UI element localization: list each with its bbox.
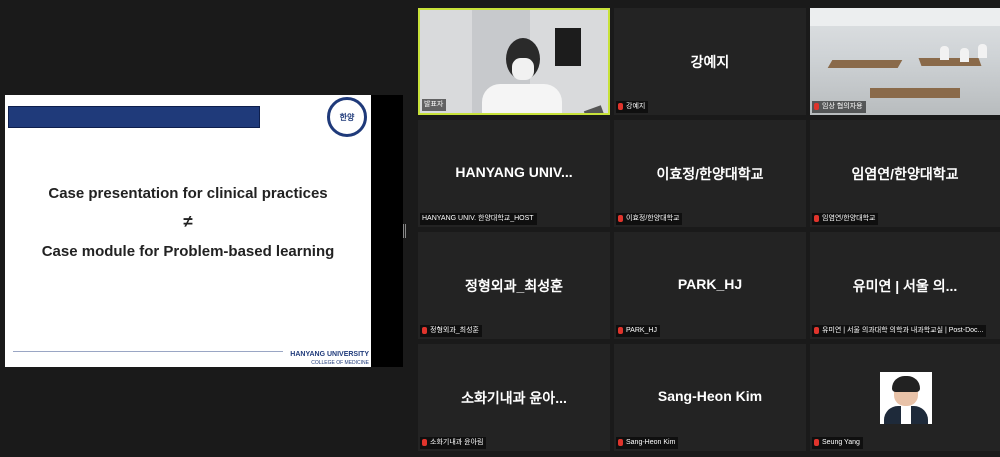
participant-name-label: 이효정/한양대학교 (616, 213, 683, 225)
participant-tile-presenter[interactable]: 발표자 (418, 8, 610, 115)
participant-display-name: 임염연/한양대학교 (851, 166, 959, 182)
participant-display-name: HANYANG UNIV... (455, 164, 573, 180)
participant-name-label: 발표자 (422, 99, 447, 111)
participant-name-label: 유미연 | 서울 의과대학 의학과 내과학교실 | Post-Doc... (812, 325, 987, 337)
slide-footer-logo: HANYANG UNIVERSITY COLLEGE OF MEDICINE (290, 351, 369, 366)
mic-muted-icon (618, 102, 623, 110)
participant-display-name: 정형외과_최성훈 (465, 278, 563, 294)
mic-muted-icon (814, 102, 819, 110)
participant-name-label: Sang-Heon Kim (616, 437, 679, 449)
participant-name-label: 소화기내과 윤아림 (420, 437, 487, 449)
participant-name-label: 임상 협의자용 (812, 101, 866, 113)
participant-tile[interactable]: 이효정/한양대학교 이효정/한양대학교 (614, 120, 806, 227)
mic-muted-icon (814, 214, 819, 222)
university-seal-logo: 한양 (327, 97, 367, 137)
shared-screen[interactable]: 한양 Case presentation for clinical practi… (5, 95, 403, 367)
participant-name-label: PARK_HJ (616, 325, 660, 337)
mic-muted-icon (814, 438, 819, 446)
participant-tile[interactable]: 정형외과_최성훈 정형외과_최성훈 (418, 232, 610, 339)
slide-title-bar (8, 106, 260, 128)
participant-tile[interactable]: 임염연/한양대학교 임염연/한양대학교 (810, 120, 1000, 227)
participant-tile[interactable]: Sang-Heon Kim Sang-Heon Kim (614, 344, 806, 451)
participant-name-label: Seung Yang (812, 437, 863, 449)
participant-tile[interactable]: Seung Yang (810, 344, 1000, 451)
mic-muted-icon (618, 214, 623, 222)
participant-display-name: Sang-Heon Kim (657, 388, 763, 404)
slide-line-2: Case module for Problem-based learning (41, 243, 335, 260)
participant-tile[interactable]: 강예지 강예지 (614, 8, 806, 115)
slide-footer-rule (13, 351, 283, 352)
participant-display-name: 유미연 | 서울 의... (852, 278, 958, 294)
slide-page: 한양 Case presentation for clinical practi… (5, 95, 371, 367)
participant-display-name: PARK_HJ (677, 276, 743, 292)
mic-muted-icon (422, 438, 427, 446)
participant-name-label: 임염연/한양대학교 (812, 213, 879, 225)
mic-muted-icon (814, 326, 819, 334)
participant-name-label: HANYANG UNIV. 한양대학교_HOST (420, 213, 537, 225)
profile-photo-avatar (880, 372, 932, 424)
participant-display-name: 강예지 (690, 54, 730, 70)
mic-muted-icon (618, 326, 623, 334)
mic-muted-icon (422, 326, 427, 334)
participant-display-name: 소화기내과 윤아... (461, 390, 567, 406)
participant-display-name: 이효정/한양대학교 (656, 166, 764, 182)
participant-tile-host[interactable]: HANYANG UNIV... HANYANG UNIV. 한양대학교_HOST (418, 120, 610, 227)
speaker-box (555, 28, 581, 66)
participant-name-label: 정형외과_최성훈 (420, 325, 482, 337)
participant-tile[interactable]: 소화기내과 윤아... 소화기내과 윤아림 (418, 344, 610, 451)
slide-line-1: Case presentation for clinical practices (48, 185, 328, 202)
slide-not-equal-symbol: ≠ (183, 212, 193, 231)
participant-tile-classroom[interactable]: 임상 협의자용 (810, 8, 1000, 115)
participant-tile[interactable]: 유미연 | 서울 의... 유미연 | 서울 의과대학 의학과 내과학교실 | … (810, 232, 1000, 339)
split-view-drag-handle[interactable] (403, 224, 406, 238)
presenter-video (512, 58, 534, 80)
participant-name-label: 강예지 (616, 101, 649, 113)
mic-muted-icon (618, 438, 623, 446)
participant-tile[interactable]: PARK_HJ PARK_HJ (614, 232, 806, 339)
